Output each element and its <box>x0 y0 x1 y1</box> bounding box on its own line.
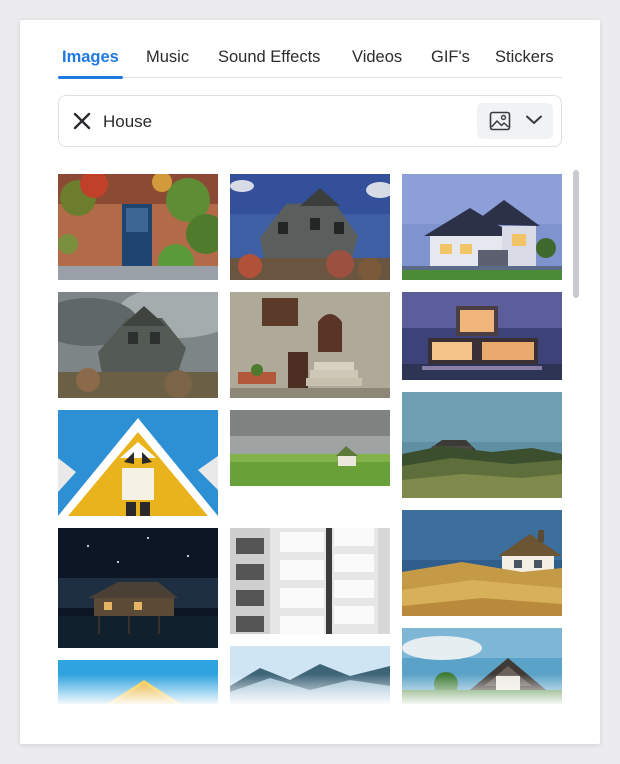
close-icon[interactable] <box>71 110 93 132</box>
image-result[interactable] <box>402 174 562 280</box>
results-grid <box>58 174 562 704</box>
meadow-house-image <box>230 410 390 486</box>
image-result[interactable] <box>58 174 218 280</box>
suburban-house-image <box>402 174 562 280</box>
tab-music[interactable]: Music <box>146 48 189 78</box>
media-panel: Images Music Sound Effects Videos GIF's … <box>20 20 600 744</box>
glass-cube-house-image <box>402 292 562 380</box>
image-result[interactable] <box>58 410 218 516</box>
stilt-house-night-image <box>58 528 218 648</box>
mountain-ridge-image <box>230 646 390 704</box>
search-input[interactable] <box>103 108 463 136</box>
ivy-doorway-image <box>58 174 218 280</box>
image-result[interactable] <box>230 646 390 704</box>
media-type-dropdown[interactable] <box>477 103 553 139</box>
chevron-down-icon <box>525 113 543 132</box>
results-scrollbar[interactable] <box>573 170 579 298</box>
image-result[interactable] <box>402 292 562 380</box>
farmhouse-roof-image <box>402 628 562 704</box>
image-result[interactable] <box>58 660 218 704</box>
image-result[interactable] <box>230 292 390 398</box>
image-result[interactable] <box>402 392 562 498</box>
image-result[interactable] <box>230 528 390 634</box>
stone-wall-door-image <box>230 292 390 398</box>
image-result[interactable] <box>58 292 218 398</box>
image-result[interactable] <box>58 528 218 648</box>
tab-images[interactable]: Images <box>58 48 123 79</box>
tab-gifs[interactable]: GIF's <box>431 48 470 78</box>
image-result[interactable] <box>230 174 390 280</box>
image-result[interactable] <box>402 628 562 704</box>
search-bar <box>58 95 562 147</box>
thatched-cottage-image <box>402 510 562 616</box>
image-icon <box>489 110 511 137</box>
tab-videos[interactable]: Videos <box>352 48 402 78</box>
victorian-house-image <box>230 174 390 280</box>
yellow-roof-sky-image <box>58 660 218 704</box>
image-result[interactable] <box>402 510 562 616</box>
apartment-balconies-image <box>230 528 390 634</box>
dune-house-image <box>402 392 562 498</box>
image-result[interactable] <box>230 410 390 486</box>
tab-sound-effects[interactable]: Sound Effects <box>218 48 320 78</box>
yellow-roof-house-image <box>58 410 218 516</box>
storm-house-image <box>58 292 218 398</box>
tab-stickers[interactable]: Stickers <box>495 48 554 78</box>
media-tabs: Images Music Sound Effects Videos GIF's … <box>58 44 562 79</box>
